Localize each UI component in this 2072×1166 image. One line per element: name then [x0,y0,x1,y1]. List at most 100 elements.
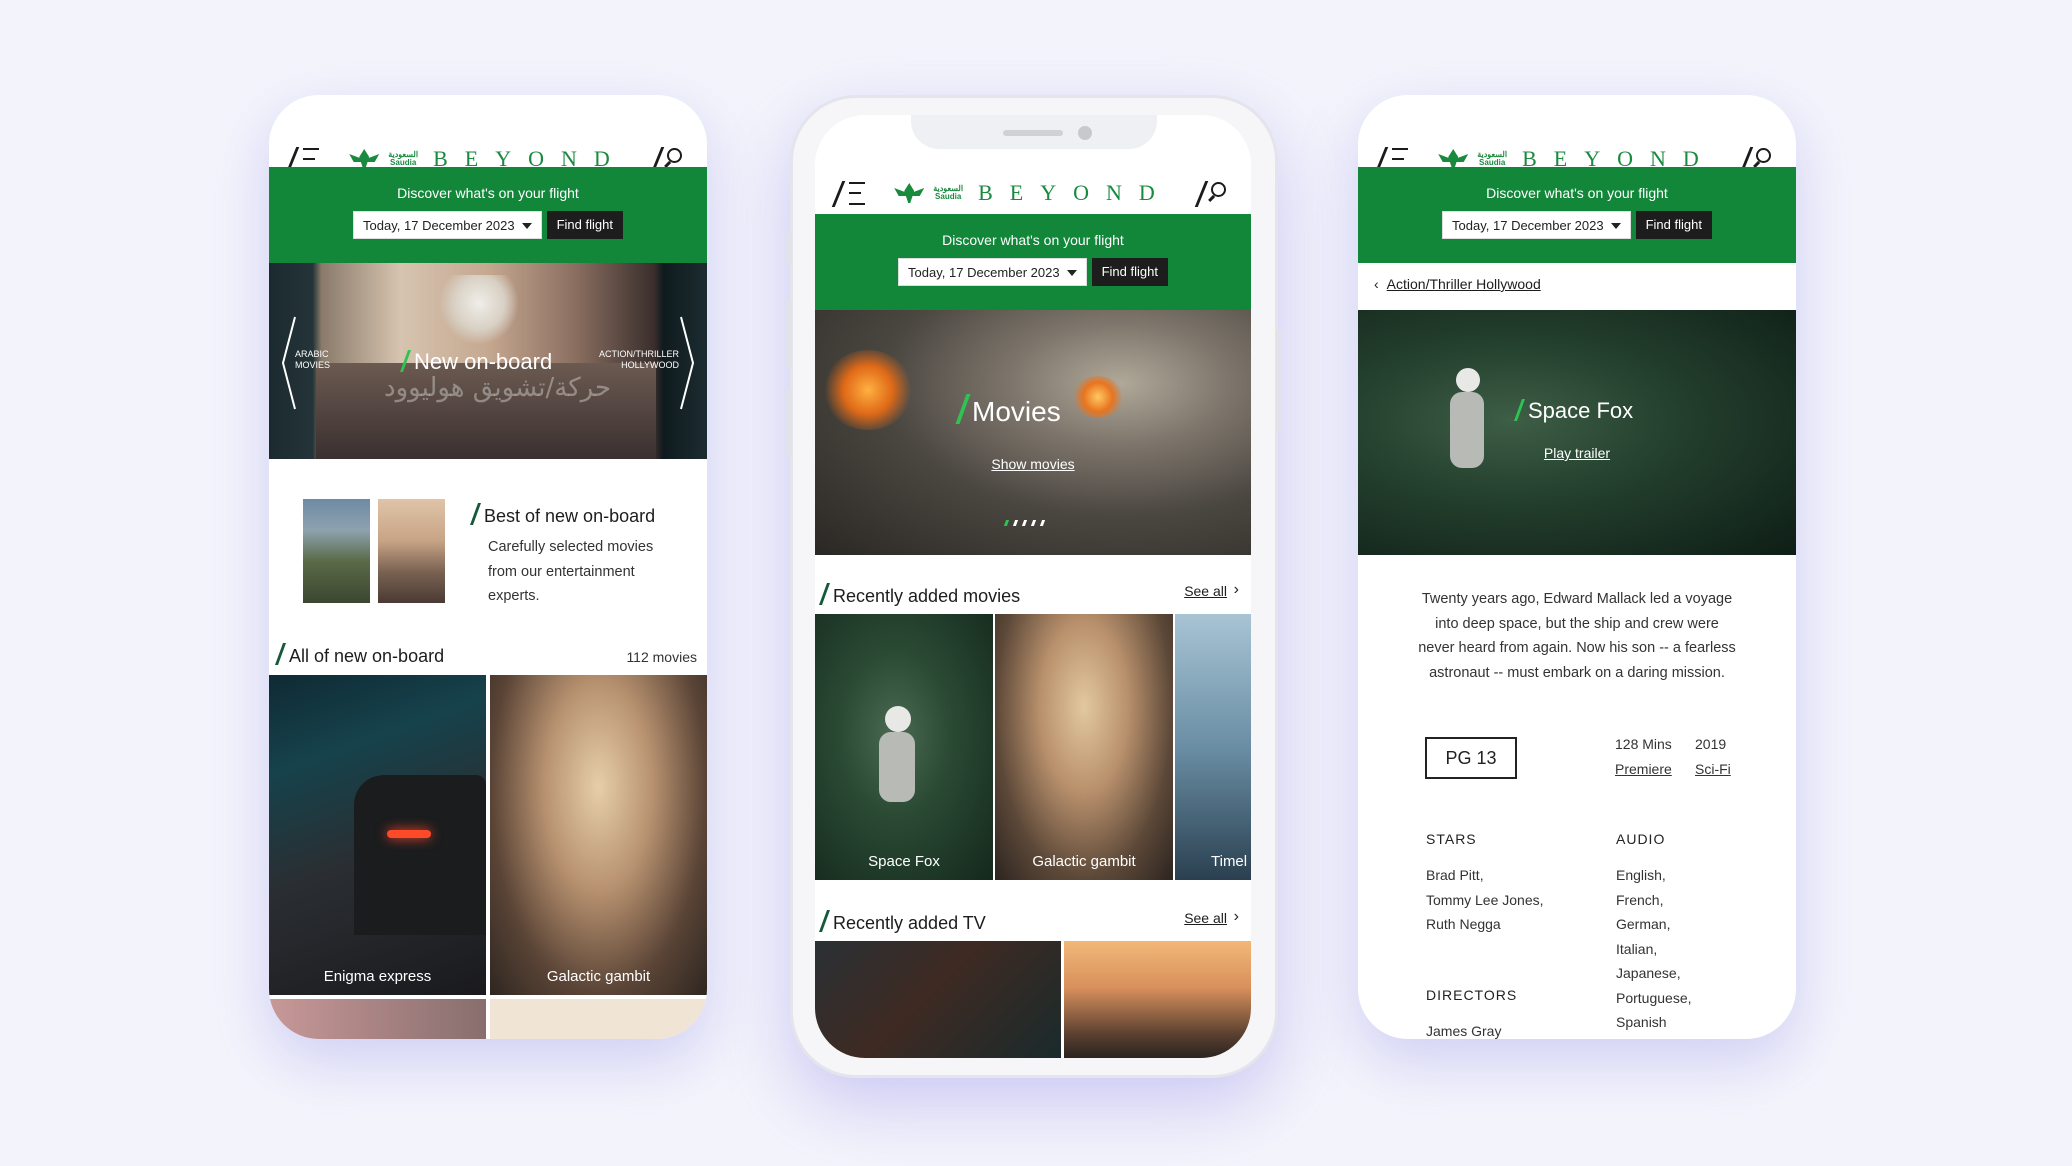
chevron-right-icon[interactable]: › [1234,908,1239,926]
release-year: 2019 [1695,736,1727,752]
best-desc-line: from our entertainment [488,563,635,580]
best-desc-line: Carefully selected movies [488,539,654,555]
left-label-line2: MOVIES [295,360,331,370]
audio-language: Spanish [1616,1014,1667,1030]
hero-title: Space Fox [1513,398,1634,424]
phone-side-button [786,300,792,370]
recent-movies-title-text: Recently added movies [833,586,1021,606]
synopsis-line: never heard from again. Now his son -- a… [1418,640,1736,656]
director-name: James Gray [1426,1023,1502,1039]
phone-notch [911,115,1157,149]
audio-list: English, French, German, Italian, Japane… [1616,863,1692,1035]
best-thumb-astronaut[interactable] [303,499,370,603]
search-icon[interactable] [1194,181,1231,207]
duration: 128 Mins [1615,736,1672,752]
airline-name-en: Saudia [390,158,417,167]
discover-text: Discover what's on your flight [1486,185,1668,201]
flight-bar: Discover what's on your flight Today, 17… [815,214,1251,310]
show-movies-link[interactable]: Show movies [815,456,1251,472]
best-desc-line: experts. [488,588,540,604]
see-all-movies-link[interactable]: See all [1184,583,1227,599]
breadcrumb-text: Action/Thriller Hollywood [1386,276,1541,292]
movie-detail-hero[interactable]: Space Fox Play trailer [1358,310,1796,555]
best-thumb-skater[interactable] [378,499,445,603]
recent-tv-title: Recently added TV [818,910,986,934]
movie-card-label: Space Fox [868,853,940,870]
chevron-right-icon[interactable]: › [1234,581,1239,599]
movie-card[interactable]: Timel [1175,614,1251,880]
recent-tv-title-text: Recently added TV [833,913,986,933]
menu-icon[interactable] [831,181,869,207]
audio-language: Italian, [1616,940,1658,957]
hero-title-text: Space Fox [1528,398,1634,423]
tv-card[interactable] [1064,941,1251,1058]
phone-side-button [786,232,792,266]
saudia-bird-icon [349,149,379,169]
movie-card-label: Galactic gambit [1032,853,1136,870]
date-select[interactable]: Today, 17 December 2023 [353,211,542,239]
carousel-title-text: New on-board [414,349,553,374]
movie-card[interactable]: Galactic gambit [490,675,707,995]
carousel-title: New on-board [399,349,553,375]
stars-list: Brad Pitt, Tommy Lee Jones, Ruth Negga [1426,863,1544,937]
phone-screen-movie-detail: السعودية Saudia BEYOND Discover what's on… [1358,95,1796,1039]
left-label-line1: ARABIC [295,349,329,359]
movie-card[interactable]: Space Fox [815,614,993,880]
airline-name-en: Saudia [935,192,962,201]
phone-side-button [1276,330,1282,434]
carousel-dots[interactable] [1003,520,1046,526]
hero-title-text: Movies [972,396,1061,427]
directors-list: James Gray [1426,1019,1501,1039]
discover-text: Discover what's on your flight [942,232,1124,248]
carousel-right-label[interactable]: ACTION/THRILLER HOLLYWOOD [599,349,679,371]
movie-card[interactable]: Enigma express [269,675,486,995]
carousel-next-icon[interactable] [677,313,697,413]
movies-hero[interactable]: Movies Show movies [815,310,1251,555]
arabic-overlay: حركة/تشويق هوليوود [384,373,612,403]
date-select[interactable]: Today, 17 December 2023 [1442,211,1631,239]
audio-language: Portuguese, [1616,989,1692,1006]
best-description: Carefully selected movies from our enter… [488,535,653,609]
breadcrumb[interactable]: ‹ Action/Thriller Hollywood [1374,276,1541,292]
star-name: Brad Pitt, [1426,867,1484,883]
movie-card[interactable]: Galactic gambit [995,614,1173,880]
tv-card[interactable] [815,941,1061,1058]
star-name: Ruth Negga [1426,916,1501,932]
phone-screen-new-on-board: السعودية Saudia BEYOND Discover what's on… [269,95,707,1039]
all-section-title-text: All of new on-board [289,646,445,666]
audio-language: Japanese, [1616,965,1681,981]
movie-card[interactable] [490,999,707,1039]
new-on-board-carousel[interactable]: ARABIC MOVIES ACTION/THRILLER HOLLYWOOD Ne… [269,263,707,459]
audio-language: German, [1616,916,1671,932]
discover-text: Discover what's on your flight [397,185,579,201]
right-label-line1: ACTION/THRILLER [598,349,679,359]
all-section-title: All of new on-board [274,643,445,667]
star-name: Tommy Lee Jones, [1426,891,1544,908]
chevron-left-icon: ‹ [1374,276,1379,292]
logo-wordmark: BEYOND [978,180,1172,205]
audio-language: English, [1616,867,1666,883]
date-select[interactable]: Today, 17 December 2023 [898,258,1087,286]
movie-card-label: Galactic gambit [546,968,651,985]
saudia-bird-icon [1438,149,1468,169]
beyond-logo[interactable]: السعودية Saudia BEYOND [894,180,1172,206]
best-title-text: Best of new on-board [484,506,656,526]
rating-badge: PG 13 [1425,737,1517,779]
best-title[interactable]: Best of new on-board [469,503,656,527]
stars-label: STARS [1426,831,1477,847]
synopsis-line: astronaut -- must embark on a daring mis… [1429,664,1725,681]
movie-card-label: Timel [1211,853,1248,870]
phone-side-button [786,388,792,458]
genre-tag[interactable]: Sci-Fi [1695,761,1731,777]
find-flight-button[interactable]: Find flight [1635,211,1712,239]
premiere-tag[interactable]: Premiere [1615,761,1672,777]
see-all-tv-link[interactable]: See all [1184,910,1227,926]
play-trailer-link[interactable]: Play trailer [1358,445,1796,461]
saudia-bird-icon [894,183,924,203]
directors-label: DIRECTORS [1426,987,1518,1003]
find-flight-button[interactable]: Find flight [1091,258,1168,286]
movie-card[interactable] [269,999,486,1039]
find-flight-button[interactable]: Find flight [546,211,623,239]
carousel-left-label[interactable]: ARABIC MOVIES [295,349,330,371]
synopsis-line: into deep space, but the ship and crew w… [1435,615,1719,632]
